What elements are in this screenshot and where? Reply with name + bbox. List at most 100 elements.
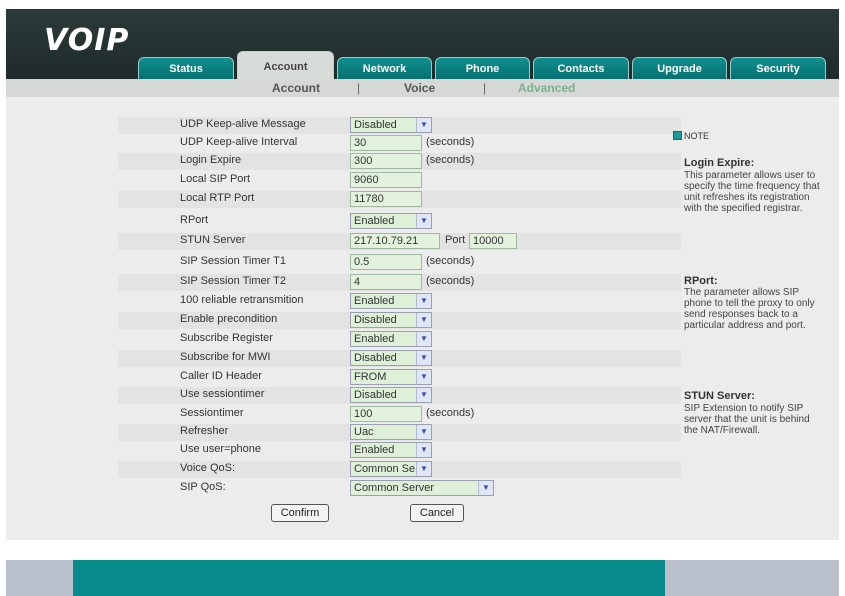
stun-server-input[interactable]: 217.10.79.21 xyxy=(350,233,440,249)
subscribe-mwi-select[interactable]: Disabled ▼ xyxy=(350,350,432,366)
caller-id-header-select[interactable]: FROM ▼ xyxy=(350,369,432,385)
sub-navigation: Account | Voice | Advanced xyxy=(6,79,839,97)
select-value: Disabled xyxy=(354,314,397,326)
select-value: Disabled xyxy=(354,352,397,364)
setting-row: SIP Session Timer T2 4 (seconds) xyxy=(118,274,681,291)
note-heading: STUN Server: xyxy=(684,390,755,402)
reliable-retransmition-select[interactable]: Enabled ▼ xyxy=(350,293,432,309)
setting-row: Enable precondition Disabled ▼ xyxy=(118,312,681,329)
setting-label: SIP QoS: xyxy=(180,481,226,493)
setting-label: Use user=phone xyxy=(180,443,262,455)
chevron-down-icon: ▼ xyxy=(416,443,431,457)
voice-qos-select[interactable]: Common Se ▼ xyxy=(350,461,432,477)
local-rtp-port-input[interactable]: 11780 xyxy=(350,191,422,207)
unit-label: (seconds) xyxy=(426,136,475,148)
setting-row: SIP QoS: Common Server ▼ xyxy=(118,480,681,497)
enable-precondition-select[interactable]: Disabled ▼ xyxy=(350,312,432,328)
sessiontimer-input[interactable]: 100 xyxy=(350,406,422,422)
chevron-down-icon: ▼ xyxy=(416,118,431,132)
unit-label: (seconds) xyxy=(426,407,475,419)
setting-label: Use sessiontimer xyxy=(180,388,265,400)
stun-port-input[interactable]: 10000 xyxy=(469,233,517,249)
setting-row: SIP Session Timer T1 0.5 (seconds) xyxy=(118,254,681,271)
subnav-voice[interactable]: Voice xyxy=(404,81,435,95)
select-value: Enabled xyxy=(354,215,395,227)
chevron-down-icon: ▼ xyxy=(416,214,431,228)
subnav-account[interactable]: Account xyxy=(272,81,320,95)
footer-bar xyxy=(73,560,665,596)
rport-select[interactable]: Enabled ▼ xyxy=(350,213,432,229)
udp-keepalive-message-select[interactable]: Disabled ▼ xyxy=(350,117,432,133)
setting-row: Local RTP Port 11780 xyxy=(118,191,681,208)
setting-label: UDP Keep-alive Message xyxy=(180,118,306,130)
setting-label: UDP Keep-alive Interval xyxy=(180,136,298,148)
sip-qos-select[interactable]: Common Server ▼ xyxy=(350,480,494,496)
tab-network[interactable]: Network xyxy=(337,57,432,79)
subnav-separator: | xyxy=(357,81,361,95)
udp-keepalive-interval-input[interactable]: 30 xyxy=(350,135,422,151)
setting-label: Enable precondition xyxy=(180,313,278,325)
setting-row: Sessiontimer 100 (seconds) xyxy=(118,406,681,423)
tab-account[interactable]: Account xyxy=(237,51,334,79)
sip-session-timer-t1-input[interactable]: 0.5 xyxy=(350,254,422,270)
use-sessiontimer-select[interactable]: Disabled ▼ xyxy=(350,387,432,403)
tab-security[interactable]: Security xyxy=(730,57,826,79)
logo: VOIP xyxy=(44,23,130,58)
tab-upgrade[interactable]: Upgrade xyxy=(632,57,727,79)
note-icon xyxy=(673,131,682,140)
footer-left xyxy=(6,560,73,596)
subnav-advanced[interactable]: Advanced xyxy=(518,81,575,95)
confirm-button[interactable]: Confirm xyxy=(271,504,329,522)
refresher-select[interactable]: Uac ▼ xyxy=(350,424,432,440)
setting-label: 100 reliable retransmition xyxy=(180,294,304,306)
setting-row: 100 reliable retransmition Enabled ▼ xyxy=(118,293,681,310)
chevron-down-icon: ▼ xyxy=(416,313,431,327)
note-body: This parameter allows user to specify th… xyxy=(684,170,820,214)
footer-right xyxy=(665,560,839,596)
chevron-down-icon: ▼ xyxy=(416,370,431,384)
setting-row: Caller ID Header FROM ▼ xyxy=(118,369,681,386)
use-user-phone-select[interactable]: Enabled ▼ xyxy=(350,442,432,458)
setting-label: Refresher xyxy=(180,425,229,437)
setting-label: Local RTP Port xyxy=(180,192,255,204)
setting-label: RPort xyxy=(180,214,209,226)
setting-label: Subscribe for MWI xyxy=(180,351,271,363)
chevron-down-icon: ▼ xyxy=(416,425,431,439)
setting-row: UDP Keep-alive Message Disabled ▼ xyxy=(118,117,681,134)
setting-label: SIP Session Timer T2 xyxy=(180,275,286,287)
setting-row: UDP Keep-alive Interval 30 (seconds) xyxy=(118,135,681,152)
tab-status[interactable]: Status xyxy=(138,57,234,79)
port-label: Port xyxy=(445,234,466,246)
setting-label: SIP Session Timer T1 xyxy=(180,255,286,267)
chevron-down-icon: ▼ xyxy=(416,332,431,346)
cancel-button[interactable]: Cancel xyxy=(410,504,464,522)
tab-phone[interactable]: Phone xyxy=(435,57,530,79)
setting-label: Voice QoS: xyxy=(180,462,236,474)
setting-label: Sessiontimer xyxy=(180,407,244,419)
note-body: The parameter allows SIP phone to tell t… xyxy=(684,287,815,331)
note-heading: Login Expire: xyxy=(684,157,755,169)
subscribe-register-select[interactable]: Enabled ▼ xyxy=(350,331,432,347)
left-margin xyxy=(6,97,73,540)
select-value: Enabled xyxy=(354,444,395,456)
setting-row: Login Expire 300 (seconds) xyxy=(118,153,681,170)
select-value: Enabled xyxy=(354,333,395,345)
setting-label: Caller ID Header xyxy=(180,370,262,382)
tab-contacts[interactable]: Contacts xyxy=(533,57,629,79)
header-bar: VOIP Status Account Network Phone Contac… xyxy=(6,9,839,79)
setting-label: Local SIP Port xyxy=(180,173,251,185)
local-sip-port-input[interactable]: 9060 xyxy=(350,172,422,188)
unit-label: (seconds) xyxy=(426,255,475,267)
note-title: NOTE xyxy=(684,131,710,141)
sip-session-timer-t2-input[interactable]: 4 xyxy=(350,274,422,290)
setting-row: Subscribe for MWI Disabled ▼ xyxy=(118,350,681,367)
setting-label: Login Expire xyxy=(180,154,242,166)
note-heading: RPort: xyxy=(684,275,718,287)
select-value: Disabled xyxy=(354,119,397,131)
chevron-down-icon: ▼ xyxy=(416,294,431,308)
select-value: Common Server xyxy=(354,482,435,494)
setting-row: STUN Server 217.10.79.21 Port 10000 xyxy=(118,233,681,250)
setting-row: Subscribe Register Enabled ▼ xyxy=(118,331,681,348)
login-expire-input[interactable]: 300 xyxy=(350,153,422,169)
select-value: FROM xyxy=(354,371,387,383)
